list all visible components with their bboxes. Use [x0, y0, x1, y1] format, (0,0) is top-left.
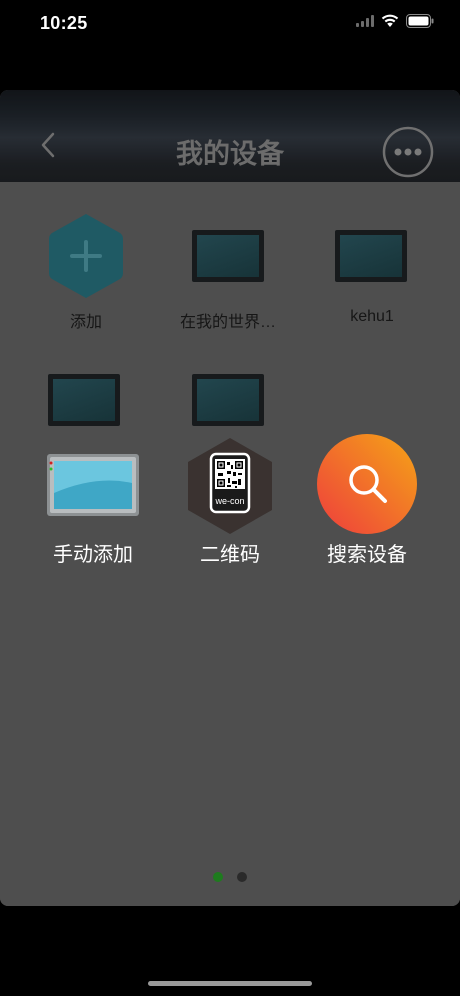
- device-label: 添加: [69, 314, 102, 331]
- page-indicator: [0, 872, 460, 882]
- hmi-screen-icon: [192, 230, 264, 282]
- page-dot-active[interactable]: [213, 872, 223, 882]
- wifi-icon: [381, 14, 399, 27]
- status-bar: 10:25: [0, 0, 460, 52]
- home-indicator[interactable]: [148, 981, 312, 986]
- hmi-screen-icon: [192, 374, 264, 426]
- cellular-signal-icon: [356, 15, 374, 27]
- status-time: 10:25: [40, 13, 88, 33]
- action-label: 搜索设备: [327, 544, 407, 566]
- status-icons: [356, 14, 434, 28]
- action-label: 手动添加: [53, 544, 133, 566]
- hmi-screen-icon: [48, 374, 120, 426]
- action-label: 二维码: [200, 544, 260, 566]
- device-label: kehu1: [350, 308, 394, 325]
- hmi-screen-icon: [335, 230, 407, 282]
- qr-caption: we-con: [214, 496, 244, 506]
- battery-icon: [406, 14, 434, 28]
- qr-code-icon: we-con: [188, 438, 272, 534]
- device-label: 在我的世界…: [179, 314, 276, 331]
- hmi-panel-icon: [47, 454, 139, 516]
- nav-bar: 我的设备: [0, 90, 460, 182]
- more-options-icon[interactable]: [382, 126, 434, 178]
- page-dot[interactable]: [237, 872, 247, 882]
- search-icon: [317, 434, 417, 534]
- add-device-icon[interactable]: [48, 212, 124, 300]
